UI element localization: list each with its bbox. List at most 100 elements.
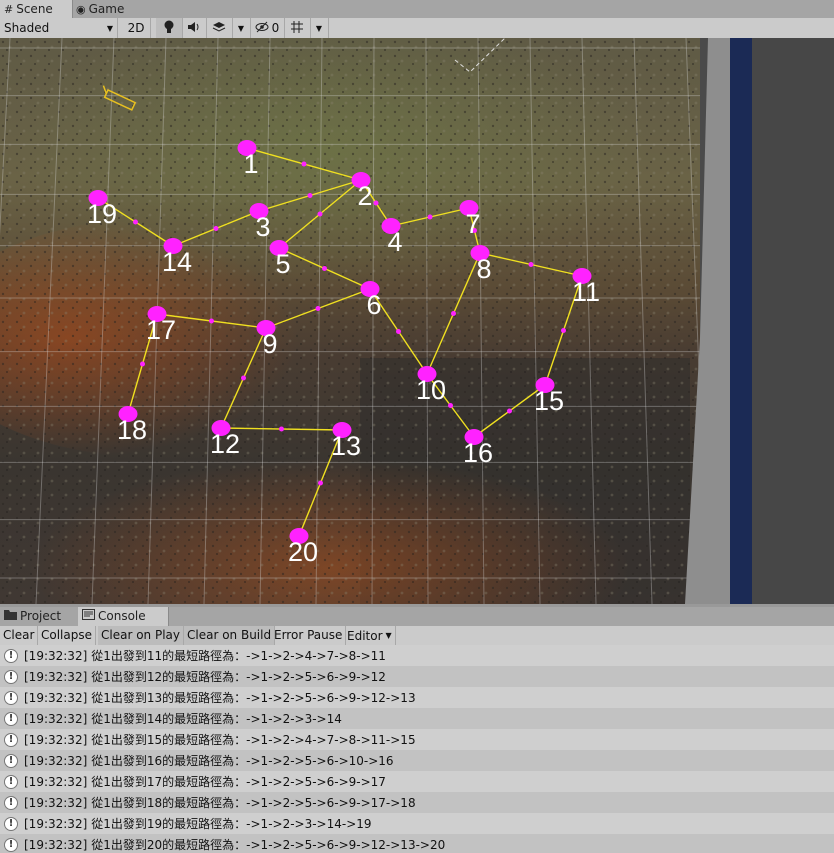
effects-dropdown-button[interactable]: ▼ [232,18,251,38]
console-toolbar: Clear Collapse Clear on Play Clear on Bu… [0,626,834,646]
toggle-2d-label: 2D [127,21,145,35]
log-timestamp: [19:32:32] [24,816,88,831]
info-icon: ! [4,711,18,726]
info-icon: ! [4,774,18,789]
grid-toggle-button[interactable] [284,18,311,38]
info-icon: ! [4,669,18,684]
node-label: 18 [117,415,147,445]
draw-mode-label: Shaded [4,21,50,35]
edge-midpoint-marker [241,375,246,381]
speaker-icon [187,21,201,36]
info-icon: ! [4,732,18,747]
audio-toggle-button[interactable] [182,18,207,38]
log-message: 從1出發到12的最短路徑為：->1->2->5->6->9->12 [91,670,386,684]
node-label: 10 [416,375,446,405]
tab-project[interactable]: Project [0,607,84,626]
folder-icon [4,608,17,625]
console-log-row[interactable]: ! [19:32:32] 從1出發到14的最短路徑為：->1->2->3->14 [0,708,834,729]
chevron-down-icon: ▼ [237,23,245,33]
edge-midpoint-marker [315,306,321,311]
edge-midpoint-marker [427,214,433,220]
console-log-row[interactable]: ! [19:32:32] 從1出發到19的最短路徑為：->1->2->3->14->… [0,813,834,834]
lighting-toggle-button[interactable] [156,18,183,38]
clear-on-build-toggle[interactable]: Clear on Build [184,626,276,645]
node-label: 7 [465,209,480,239]
edge-midpoint-marker [528,262,534,267]
scene-background [752,38,834,604]
grid-dropdown-button[interactable]: ▼ [310,18,329,38]
hidden-objects-toggle[interactable]: 0 [250,18,285,38]
scene-toolbar: Shaded ▼ 2D ▼ 0 ▼ [0,18,834,39]
edge-midpoint-marker [507,408,512,414]
log-timestamp: [19:32:32] [24,732,88,747]
log-message: 從1出發到11的最短路徑為：->1->2->4->7->8->11 [91,649,386,663]
log-message: 從1出發到15的最短路徑為：->1->2->4->7->8->11->15 [91,733,416,747]
console-log-row[interactable]: ! [19:32:32] 從1出發到17的最短路徑為：->1->2->5->6->9… [0,771,834,792]
edge-midpoint-marker [317,211,323,217]
editor-dropdown[interactable]: Editor ▼ [344,626,396,645]
console-log-row[interactable]: ! [19:32:32] 從1出發到18的最短路徑為：->1->2->5->6->9… [0,792,834,813]
info-icon: ! [4,753,18,768]
tab-project-label: Project [20,609,62,623]
log-message: 從1出發到18的最短路徑為：->1->2->5->6->9->17->18 [91,796,416,810]
toggle-2d-button[interactable]: 2D [122,18,151,38]
chevron-down-icon: ▼ [385,630,392,640]
log-timestamp: [19:32:32] [24,648,88,663]
info-icon: ! [4,795,18,810]
collapse-button[interactable]: Collapse [38,626,96,645]
log-timestamp: [19:32:32] [24,669,88,684]
node-label: 3 [255,212,270,242]
log-message: 從1出發到17的最短路徑為：->1->2->5->6->9->17 [91,775,386,789]
node-label: 6 [366,290,381,320]
error-pause-toggle[interactable]: Error Pause [271,626,347,645]
editor-dropdown-label: Editor [347,628,383,643]
node-label: 14 [162,247,192,277]
clear-on-play-toggle[interactable]: Clear on Play [98,626,184,645]
tab-scene[interactable]: # Scene [0,0,73,18]
scene-graph-view[interactable]: 123 456789101112 1314151617181920 [0,38,834,604]
effects-toggle-button[interactable] [206,18,233,38]
edge-midpoint-marker [373,200,379,206]
gamepad-icon: ◉ [76,2,86,16]
scene-grid-icon: # [4,2,14,16]
log-message: 從1出發到20的最短路徑為：->1->2->5->6->9->12->13->2… [91,838,446,852]
node-label: 11 [572,277,600,307]
edge-midpoint-marker [561,328,566,333]
edge-midpoint-marker [279,426,284,432]
node-label: 1 [243,149,258,179]
info-icon: ! [4,690,18,705]
log-message: 從1出發到13的最短路徑為：->1->2->5->6->9->12->13 [91,691,416,705]
tab-scene-label: Scene [16,1,53,16]
console-log-list[interactable]: ! [19:32:32] 從1出發到11的最短路徑為：->1->2->4->7->8… [0,645,834,853]
info-icon: ! [4,816,18,831]
tab-console[interactable]: Console [78,607,169,626]
terrain-wall-side [730,38,752,604]
console-log-row[interactable]: ! [19:32:32] 從1出發到16的最短路徑為：->1->2->5->6->1… [0,750,834,771]
chevron-down-icon: ▼ [106,23,113,33]
node-label: 9 [262,329,277,359]
lightbulb-icon [163,20,175,37]
node-label: 4 [387,227,402,257]
clear-button[interactable]: Clear [0,626,39,645]
console-log-row[interactable]: ! [19:32:32] 從1出發到12的最短路徑為：->1->2->5->6->9… [0,666,834,687]
console-log-row[interactable]: ! [19:32:32] 從1出發到11的最短路徑為：->1->2->4->7->8… [0,645,834,666]
log-timestamp: [19:32:32] [24,795,88,810]
console-log-row[interactable]: ! [19:32:32] 從1出發到13的最短路徑為：->1->2->5->6->9… [0,687,834,708]
console-log-row[interactable]: ! [19:32:32] 從1出發到20的最短路徑為：->1->2->5->6->9… [0,834,834,853]
draw-mode-dropdown[interactable]: Shaded ▼ [0,18,118,38]
tab-game[interactable]: ◉ Game [72,0,142,18]
node-label: 5 [275,249,290,279]
lower-tab-bar: Project Console [0,607,834,627]
node-label: 20 [288,537,318,567]
info-icon: ! [4,648,18,663]
eye-slash-icon [255,21,269,36]
node-label: 17 [146,315,176,345]
console-log-row[interactable]: ! [19:32:32] 從1出發到15的最短路徑為：->1->2->4->7->8… [0,729,834,750]
edge-midpoint-marker [213,226,219,231]
log-timestamp: [19:32:32] [24,753,88,768]
edge-midpoint-marker [448,403,453,408]
edge-midpoint-marker [133,219,138,225]
log-timestamp: [19:32:32] [24,711,88,726]
scene-viewport[interactable]: 1 2 3 4 5 6 7 8 9 10 11 12 13 14 15 16 17 18 19 20 [0,38,834,604]
tab-game-label: Game [88,1,125,16]
